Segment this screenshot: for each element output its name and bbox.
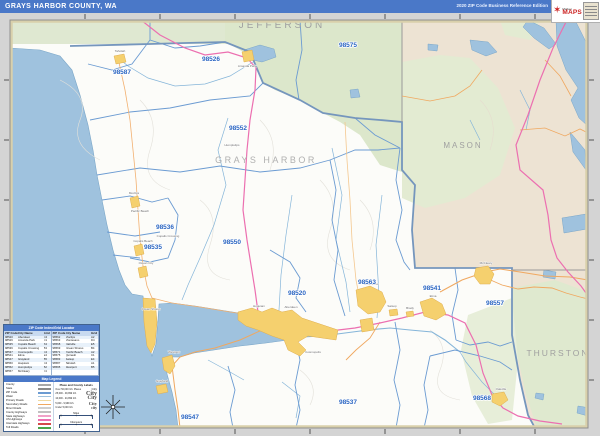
zip-label-98575: 98575 bbox=[339, 42, 357, 49]
town-label: Moclips bbox=[129, 191, 140, 195]
legend-line-sample bbox=[38, 384, 51, 386]
compass-star-icon: ✶ bbox=[553, 6, 561, 16]
town-label: Elma bbox=[430, 294, 437, 298]
zip-label-98536: 98536 bbox=[156, 224, 174, 231]
place-label-row: Under 5,000 Inh.city bbox=[55, 405, 97, 410]
town-label: Satsop bbox=[387, 304, 397, 308]
legend-line-sample bbox=[38, 411, 51, 413]
place-rows: Over 50,000 Inh. PlacesCity25,000 - 49,9… bbox=[55, 387, 97, 410]
town-label: Copalis Crossing bbox=[157, 234, 180, 238]
county-label-thurston: THURSTON bbox=[526, 348, 589, 358]
edition-label: 2020 ZIP Code Business Reference Edition bbox=[457, 3, 548, 8]
legend-line-sample bbox=[38, 419, 51, 421]
town-label: Humptulips bbox=[224, 143, 240, 147]
page: { "header": { "title": "GRAYS HARBOR COU… bbox=[0, 0, 600, 436]
zip-label-98568: 98568 bbox=[473, 395, 491, 402]
zip-index-right: ZIP Code City Name Grid 98562MoclipsA298… bbox=[52, 331, 100, 375]
town-label: McCleary bbox=[480, 261, 493, 265]
zip-label-98541: 98541 bbox=[423, 285, 441, 292]
header-bar: GRAYS HARBOR COUNTY, WA 2020 ZIP Code Bu… bbox=[0, 0, 600, 13]
legend-line-sample bbox=[38, 427, 51, 429]
town-label: Ocean City bbox=[139, 261, 154, 265]
zip-label-98557: 98557 bbox=[486, 300, 504, 307]
town-label: Westport bbox=[168, 350, 180, 354]
town-label: Taholah bbox=[115, 49, 126, 53]
zip-index-left: ZIP Code City Name Grid 98520AberdeenC49… bbox=[4, 331, 52, 375]
zip-label-98520: 98520 bbox=[288, 290, 306, 297]
town-label: Ocean Shores bbox=[141, 307, 161, 311]
zip-label-98535: 98535 bbox=[144, 244, 162, 251]
town-label: Aberdeen bbox=[284, 305, 297, 309]
miles-scale-bar: Miles 0 4 8 bbox=[55, 412, 97, 419]
legend-line-sample bbox=[38, 392, 51, 394]
town-label: Cosmopolis bbox=[305, 350, 321, 354]
map-legend: CountyStateZIP CodeWaterPrimary RoadsSec… bbox=[4, 382, 99, 431]
legend-symbol-row: Toll Roads bbox=[6, 426, 51, 430]
town-label: Grayland bbox=[156, 379, 169, 383]
zip-index-table: ZIP Code City Name Grid 98520AberdeenC49… bbox=[4, 331, 99, 376]
zip-label-98537: 98537 bbox=[339, 399, 357, 406]
county-label-grays-harbor: GRAYS HARBOR bbox=[215, 155, 317, 165]
zip-label-98547: 98547 bbox=[181, 414, 199, 421]
legend-line-sample bbox=[38, 423, 51, 425]
brand-wordmark: Market MAPS bbox=[562, 7, 582, 15]
legend-line-sample bbox=[38, 404, 51, 406]
town-label: Oakville bbox=[496, 387, 507, 391]
legend-line-sample bbox=[38, 388, 51, 390]
legend-box: ZIP Code Index/Grid Locator ZIP Code Cit… bbox=[3, 324, 100, 432]
zip-label-98563: 98563 bbox=[358, 279, 376, 286]
brand-logo: ✶ Market MAPS bbox=[551, 0, 600, 23]
legend-line-sample bbox=[38, 400, 51, 402]
index-row: 98557McClearyF4 bbox=[4, 370, 51, 374]
zip-label-98550: 98550 bbox=[223, 239, 241, 246]
town-label: Amanda Park bbox=[238, 64, 257, 68]
km-scale-bar: Kilometers 0 4 8 bbox=[55, 421, 97, 428]
zip-label-98587: 98587 bbox=[113, 69, 131, 76]
legend-line-sample bbox=[38, 407, 51, 409]
county-label-mason: MASON bbox=[443, 141, 482, 150]
brand-badge bbox=[583, 2, 599, 20]
legend-line-sample bbox=[38, 415, 51, 417]
page-title: GRAYS HARBOR COUNTY, WA bbox=[0, 3, 117, 10]
town-label: Copalis Beach bbox=[133, 239, 153, 243]
symbol-list: CountyStateZIP CodeWaterPrimary RoadsSec… bbox=[4, 382, 53, 431]
zip-label-98552: 98552 bbox=[229, 125, 247, 132]
brand-name: MAPS bbox=[562, 11, 582, 15]
place-labels-panel: Place and County Labels Over 50,000 Inh.… bbox=[53, 382, 99, 431]
index-row: 98595WestportB5 bbox=[52, 366, 99, 370]
town-label: Brady bbox=[406, 306, 414, 310]
legend-line-sample bbox=[38, 396, 51, 398]
town-label: Pacific Beach bbox=[131, 209, 150, 213]
zip-label-98526: 98526 bbox=[202, 56, 220, 63]
town-label: Hoquiam bbox=[253, 304, 266, 308]
